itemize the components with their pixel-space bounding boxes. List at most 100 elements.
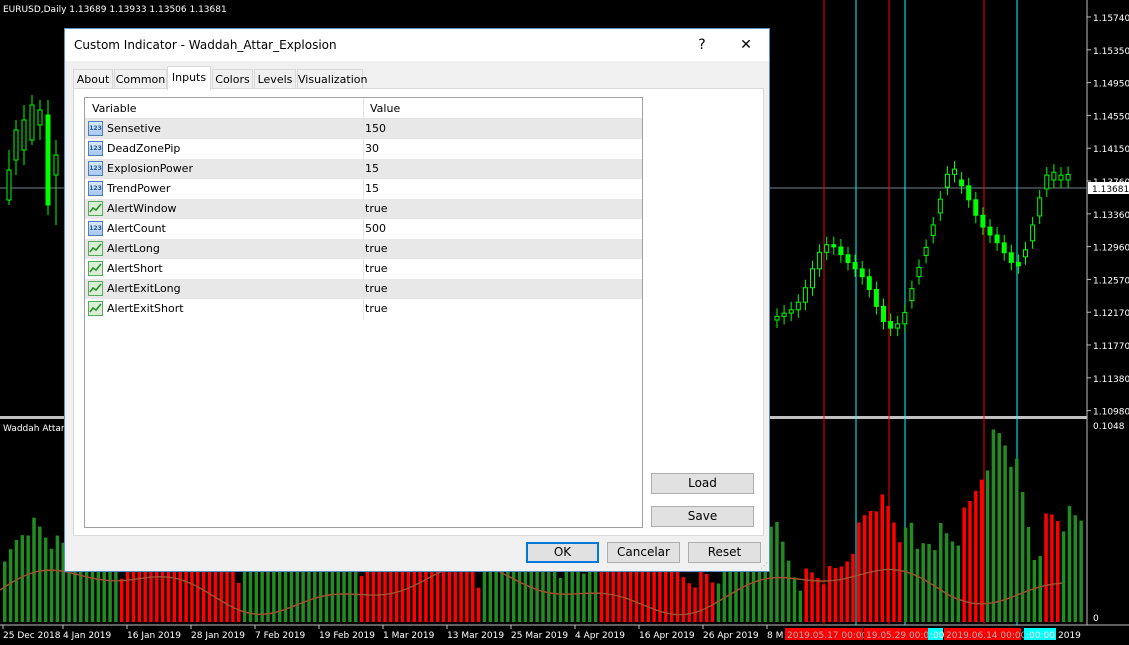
table-row[interactable]: AlertExitShort true (85, 299, 642, 319)
histogram-bar (816, 578, 820, 622)
histogram-bar (1003, 445, 1007, 622)
input-value[interactable]: 150 (365, 119, 386, 139)
input-name: ExplosionPower (107, 162, 193, 175)
table-row[interactable]: 123 Sensetive 150 (85, 119, 642, 139)
candle-body (1001, 242, 1007, 254)
input-value[interactable]: 500 (365, 219, 386, 239)
tab-colors[interactable]: Colors (212, 69, 253, 88)
price-tick-label: 1.11770 (1093, 342, 1129, 352)
candle-body (902, 312, 908, 325)
candle-body (37, 109, 43, 126)
close-icon[interactable]: ✕ (732, 34, 760, 56)
table-row[interactable]: AlertLong true (85, 239, 642, 259)
histogram-bar (593, 571, 598, 622)
save-button[interactable]: Save (651, 506, 754, 527)
number-icon: 123 (88, 141, 103, 156)
histogram-bar (880, 494, 884, 622)
histogram-bar (1073, 515, 1078, 622)
input-value[interactable]: 15 (365, 159, 379, 179)
boolean-icon (88, 261, 103, 276)
candle-body (1065, 173, 1071, 181)
input-value[interactable]: true (365, 299, 388, 319)
candle-body (952, 168, 957, 175)
candle-body (824, 244, 830, 253)
column-divider[interactable] (363, 98, 364, 118)
histogram-bar (985, 470, 990, 622)
table-row[interactable]: 123 ExplosionPower 15 (85, 159, 642, 179)
column-divider (363, 139, 364, 159)
column-variable[interactable]: Variable (92, 98, 137, 118)
histogram-bar (20, 535, 25, 622)
histogram-bar (851, 553, 855, 622)
price-tick-label: 1.12960 (1093, 244, 1129, 254)
input-value[interactable]: true (365, 259, 388, 279)
cancel-button[interactable]: Cancelar (607, 542, 680, 563)
time-tick-label: 16 Apr 2019 (639, 631, 695, 641)
histogram-bar (1056, 521, 1060, 622)
histogram-bar (359, 576, 364, 622)
histogram-bar (792, 577, 797, 622)
histogram-bar (962, 507, 966, 622)
candle-body (959, 179, 965, 187)
load-button[interactable]: Load (651, 473, 754, 494)
ok-button[interactable]: OK (526, 542, 599, 563)
candle-body (895, 323, 901, 329)
inputs-table[interactable]: Variable Value 123 Sensetive 150 123 DeadZon… (84, 97, 643, 528)
input-name: AlertWindow (107, 202, 177, 215)
resize-grip-icon[interactable]: ⋰ (760, 561, 768, 570)
input-value[interactable]: true (365, 279, 388, 299)
candle-body (1044, 174, 1050, 190)
boolean-icon (88, 241, 103, 256)
table-row[interactable]: AlertExitLong true (85, 279, 642, 299)
histogram-bar (710, 582, 715, 622)
histogram-bar (705, 574, 709, 622)
tab-inputs[interactable]: Inputs (167, 66, 211, 90)
tab-levels[interactable]: Levels (254, 69, 296, 88)
column-divider (363, 199, 364, 219)
boolean-icon (88, 301, 103, 316)
reset-button[interactable]: Reset (688, 542, 761, 563)
histogram-bar (781, 541, 785, 622)
tab-common[interactable]: Common (114, 69, 167, 88)
table-row[interactable]: 123 DeadZonePip 30 (85, 139, 642, 159)
table-row[interactable]: 123 AlertCount 500 (85, 219, 642, 239)
histogram-bar (874, 511, 879, 622)
histogram-bar (453, 568, 457, 622)
vline-label: 2019.06.14 00:00 (946, 631, 1027, 641)
help-button[interactable]: ? (688, 34, 716, 56)
histogram-bar (49, 548, 54, 622)
time-tick-label: 25 Mar 2019 (511, 631, 568, 641)
table-row[interactable]: 123 TrendPower 15 (85, 179, 642, 199)
tab-about[interactable]: About (73, 69, 113, 88)
histogram-bar (845, 561, 849, 622)
histogram-bar (26, 535, 30, 622)
histogram-bar (822, 584, 826, 622)
time-tick-label: 25 Dec 2018 (3, 631, 61, 641)
histogram-bar (471, 571, 475, 622)
column-divider (363, 259, 364, 279)
input-value[interactable]: true (365, 239, 388, 259)
input-value[interactable]: true (365, 199, 388, 219)
input-name: DeadZonePip (107, 142, 181, 155)
dialog-titlebar[interactable]: Custom Indicator - Waddah_Attar_Explosio… (65, 29, 769, 61)
histogram-bar (921, 543, 925, 622)
input-value[interactable]: 15 (365, 179, 379, 199)
histogram-bar (38, 526, 42, 622)
price-tick-label: 1.10980 (1093, 408, 1129, 418)
column-value[interactable]: Value (370, 98, 400, 118)
histogram-bar (318, 563, 323, 622)
input-value[interactable]: 30 (365, 139, 379, 159)
histogram-bar (857, 522, 861, 622)
histogram-bar (1050, 514, 1054, 622)
tab-visualization[interactable]: Visualization (297, 69, 367, 88)
histogram-bar (827, 565, 832, 622)
time-tick-label: 8 M (767, 631, 783, 641)
histogram-bar (43, 537, 48, 622)
column-divider (363, 179, 364, 199)
candle-body (923, 246, 929, 256)
column-divider (363, 299, 364, 319)
table-row[interactable]: AlertWindow true (85, 199, 642, 219)
vline-label: 2019 (1058, 631, 1081, 641)
table-row[interactable]: AlertShort true (85, 259, 642, 279)
histogram-bar (798, 590, 803, 622)
